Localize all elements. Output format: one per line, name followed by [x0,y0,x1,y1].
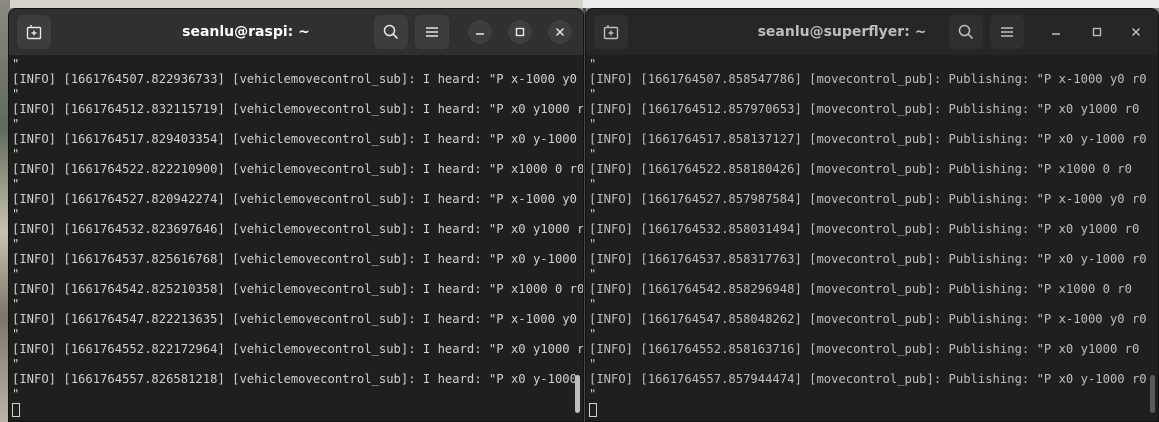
terminal-output[interactable]: " [INFO] [1661764507.858547786] [movecont… [586,55,1158,417]
menu-button[interactable] [990,15,1024,49]
log-line: [INFO] [1661764512.832115719] [vehiclemo… [12,102,584,116]
close-icon [555,27,565,37]
log-line: [INFO] [1661764532.823697646] [vehiclemo… [12,222,584,236]
log-line: [INFO] [1661764542.825210358] [vehiclemo… [12,282,584,296]
log-line: [INFO] [1661764517.829403354] [vehiclemo… [12,132,584,146]
log-line: [INFO] [1661764512.857970653] [movecontr… [589,102,1140,116]
output-continuation: " [12,87,20,101]
output-continuation: " [589,147,597,161]
desktop: seanlu@raspi: ~ " [INFO] [1661764507.822… [0,0,1159,422]
prompt-line[interactable] [12,402,583,417]
text-cursor [12,402,20,417]
terminal-window-superflyer[interactable]: seanlu@superflyer: ~ " [INFO] [166176450… [585,8,1159,422]
hamburger-menu-icon [425,26,439,38]
output-continuation: " [12,327,20,341]
search-button[interactable] [374,15,408,49]
titlebar[interactable]: seanlu@raspi: ~ [9,9,583,55]
window-title: seanlu@raspi: ~ [182,24,310,40]
terminal-output[interactable]: " [INFO] [1661764507.822936733] [vehiclem… [9,55,583,417]
output-continuation: " [12,57,20,71]
log-line: [INFO] [1661764507.858547786] [movecontr… [589,72,1147,86]
new-tab-button[interactable] [17,15,51,49]
text-cursor [589,402,597,417]
log-line: [INFO] [1661764552.858163716] [movecontr… [589,342,1140,356]
log-line: [INFO] [1661764517.858137127] [movecontr… [589,132,1147,146]
close-button[interactable] [1124,20,1148,44]
log-line: [INFO] [1661764522.822210900] [vehiclemo… [12,162,584,176]
log-line: [INFO] [1661764527.820942274] [vehiclemo… [12,192,584,206]
search-icon [958,24,974,40]
log-line: [INFO] [1661764557.826581218] [vehiclemo… [12,372,584,386]
output-continuation: " [12,237,20,251]
search-icon [383,24,399,40]
output-continuation: " [12,387,20,401]
output-continuation: " [589,297,597,311]
output-continuation: " [12,357,20,371]
output-continuation: " [589,57,597,71]
output-continuation: " [12,267,20,281]
log-line: [INFO] [1661764552.822172964] [vehiclemo… [12,342,584,356]
desktop-background-right [583,0,1159,8]
log-line: [INFO] [1661764527.857987584] [movecontr… [589,192,1147,206]
log-line: [INFO] [1661764507.822936733] [vehiclemo… [12,72,584,86]
output-continuation: " [589,177,597,191]
output-continuation: " [589,327,597,341]
maximize-button[interactable] [508,20,532,44]
hamburger-menu-icon [1000,26,1014,38]
log-line: [INFO] [1661764547.858048262] [movecontr… [589,312,1147,326]
output-continuation: " [589,207,597,221]
log-line: [INFO] [1661764557.857944474] [movecontr… [589,372,1147,386]
maximize-icon [515,27,525,37]
new-tab-icon [26,24,42,40]
log-line: [INFO] [1661764537.858317763] [movecontr… [589,252,1147,266]
log-line: [INFO] [1661764547.822213635] [vehiclemo… [12,312,584,326]
log-line: [INFO] [1661764532.858031494] [movecontr… [589,222,1140,236]
close-icon [1131,27,1141,37]
menu-button[interactable] [415,15,449,49]
scrollbar-thumb[interactable] [1150,375,1155,413]
minimize-button[interactable] [1044,20,1068,44]
prompt-line[interactable] [589,402,1158,417]
output-continuation: " [12,297,20,311]
log-line: [INFO] [1661764542.858296948] [movecontr… [589,282,1132,296]
log-line: [INFO] [1661764522.858180426] [movecontr… [589,162,1132,176]
terminal-window-raspi[interactable]: seanlu@raspi: ~ " [INFO] [1661764507.822… [8,8,584,422]
output-continuation: " [12,147,20,161]
titlebar[interactable]: seanlu@superflyer: ~ [586,9,1158,55]
close-button[interactable] [548,20,572,44]
output-continuation: " [12,207,20,221]
maximize-icon [1092,27,1102,37]
new-tab-button[interactable] [594,15,628,49]
minimize-icon [475,27,485,37]
output-continuation: " [589,357,597,371]
scrollbar-thumb[interactable] [575,375,580,413]
search-button[interactable] [949,15,983,49]
output-continuation: " [589,87,597,101]
output-continuation: " [589,117,597,131]
minimize-button[interactable] [468,20,492,44]
minimize-icon [1051,27,1061,37]
output-continuation: " [12,177,20,191]
output-continuation: " [589,237,597,251]
output-continuation: " [12,117,20,131]
new-tab-icon [603,24,619,40]
output-continuation: " [589,387,597,401]
log-line: [INFO] [1661764537.825616768] [vehiclemo… [12,252,584,266]
output-continuation: " [589,267,597,281]
maximize-button[interactable] [1085,20,1109,44]
